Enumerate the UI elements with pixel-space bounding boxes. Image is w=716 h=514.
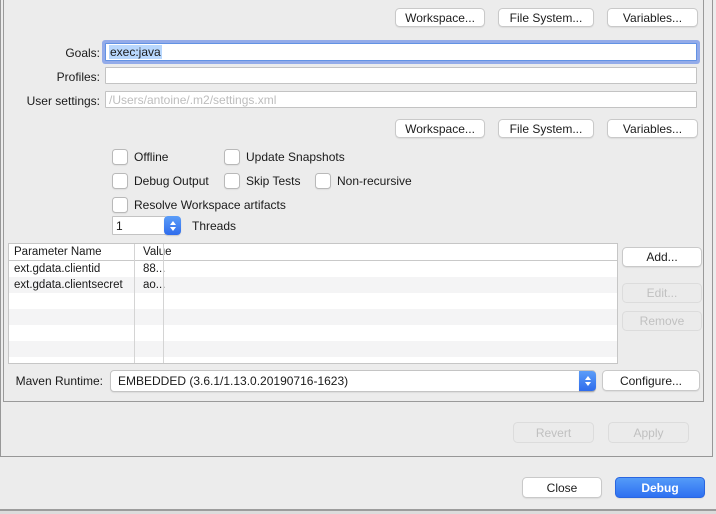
apply-button[interactable]: Apply [608, 422, 689, 443]
table-row-empty [9, 357, 617, 364]
table-row[interactable]: ext.gdata.clientid 88... [9, 261, 617, 277]
non-recursive-checkbox[interactable]: Non-recursive [315, 173, 412, 189]
checkbox-icon[interactable] [224, 173, 240, 189]
goals-selected-text: exec:java [109, 45, 162, 59]
debug-output-checkbox[interactable]: Debug Output [112, 173, 209, 189]
resolve-workspace-artifacts-checkbox[interactable]: Resolve Workspace artifacts [112, 197, 286, 213]
skip-tests-label: Skip Tests [246, 174, 300, 188]
checkbox-icon[interactable] [315, 173, 331, 189]
non-recursive-label: Non-recursive [337, 174, 412, 188]
configure-button[interactable]: Configure... [602, 370, 700, 391]
checkbox-icon[interactable] [112, 173, 128, 189]
window-resize-strip [0, 511, 716, 514]
param-name-cell: ext.gdata.clientid [9, 261, 139, 277]
offline-checkbox[interactable]: Offline [112, 149, 168, 165]
offline-label: Offline [134, 150, 168, 164]
table-row[interactable]: ext.gdata.clientsecret ao... [9, 277, 617, 293]
column-header-parameter-name[interactable]: Parameter Name [9, 244, 139, 260]
maven-runtime-select[interactable]: EMBEDDED (3.6.1/1.13.0.20190716-1623) [110, 370, 596, 392]
update-snapshots-label: Update Snapshots [246, 150, 345, 164]
stepper-down-icon [585, 382, 591, 386]
table-row-empty [9, 341, 617, 357]
stepper-up-icon [585, 376, 591, 380]
checkbox-icon[interactable] [112, 197, 128, 213]
skip-tests-checkbox[interactable]: Skip Tests [224, 173, 300, 189]
add-parameter-button[interactable]: Add... [622, 247, 702, 267]
debug-button[interactable]: Debug [615, 477, 705, 498]
settings-workspace-button[interactable]: Workspace... [395, 119, 485, 138]
maven-runtime-label: Maven Runtime: [10, 374, 103, 388]
goals-variables-button[interactable]: Variables... [607, 8, 698, 27]
param-value-cell: ao... [139, 277, 172, 293]
user-settings-placeholder: /Users/antoine/.m2/settings.xml [109, 93, 276, 107]
parameters-table-body: ext.gdata.clientid 88... ext.gdata.clien… [9, 261, 617, 364]
table-row-empty [9, 325, 617, 341]
threads-input[interactable]: 1 [112, 216, 166, 235]
settings-file-system-button[interactable]: File System... [498, 119, 594, 138]
parameters-table-header: Parameter Name Value [9, 244, 617, 261]
resolve-workspace-artifacts-label: Resolve Workspace artifacts [134, 198, 286, 212]
goals-input[interactable]: exec:java [105, 43, 697, 61]
threads-label: Threads [192, 219, 236, 233]
checkbox-icon[interactable] [224, 149, 240, 165]
user-settings-input[interactable]: /Users/antoine/.m2/settings.xml [105, 91, 697, 108]
revert-button[interactable]: Revert [513, 422, 594, 443]
maven-runtime-dropdown-stepper[interactable] [579, 371, 596, 391]
profiles-input[interactable] [105, 67, 697, 84]
stepper-down-icon[interactable] [170, 227, 176, 231]
param-name-cell: ext.gdata.clientsecret [9, 277, 139, 293]
user-settings-label: User settings: [10, 94, 100, 108]
maven-runtime-value: EMBEDDED (3.6.1/1.13.0.20190716-1623) [111, 374, 579, 388]
debug-output-label: Debug Output [134, 174, 209, 188]
parameters-table[interactable]: Parameter Name Value ext.gdata.clientid … [8, 243, 618, 364]
stepper-up-icon[interactable] [170, 221, 176, 225]
column-divider[interactable] [163, 244, 164, 363]
remove-parameter-button[interactable]: Remove [622, 311, 702, 331]
edit-parameter-button[interactable]: Edit... [622, 283, 702, 303]
table-row-empty [9, 293, 617, 309]
update-snapshots-checkbox[interactable]: Update Snapshots [224, 149, 345, 165]
threads-value: 1 [116, 219, 123, 233]
goals-workspace-button[interactable]: Workspace... [395, 8, 485, 27]
threads-stepper[interactable] [164, 216, 181, 235]
table-row-empty [9, 309, 617, 325]
settings-variables-button[interactable]: Variables... [607, 119, 698, 138]
profiles-label: Profiles: [10, 70, 100, 84]
column-divider[interactable] [134, 244, 135, 363]
column-header-value[interactable]: Value [139, 244, 172, 260]
close-button[interactable]: Close [522, 477, 602, 498]
param-value-cell: 88... [139, 261, 172, 277]
goals-file-system-button[interactable]: File System... [498, 8, 594, 27]
checkbox-icon[interactable] [112, 149, 128, 165]
goals-label: Goals: [10, 46, 100, 60]
